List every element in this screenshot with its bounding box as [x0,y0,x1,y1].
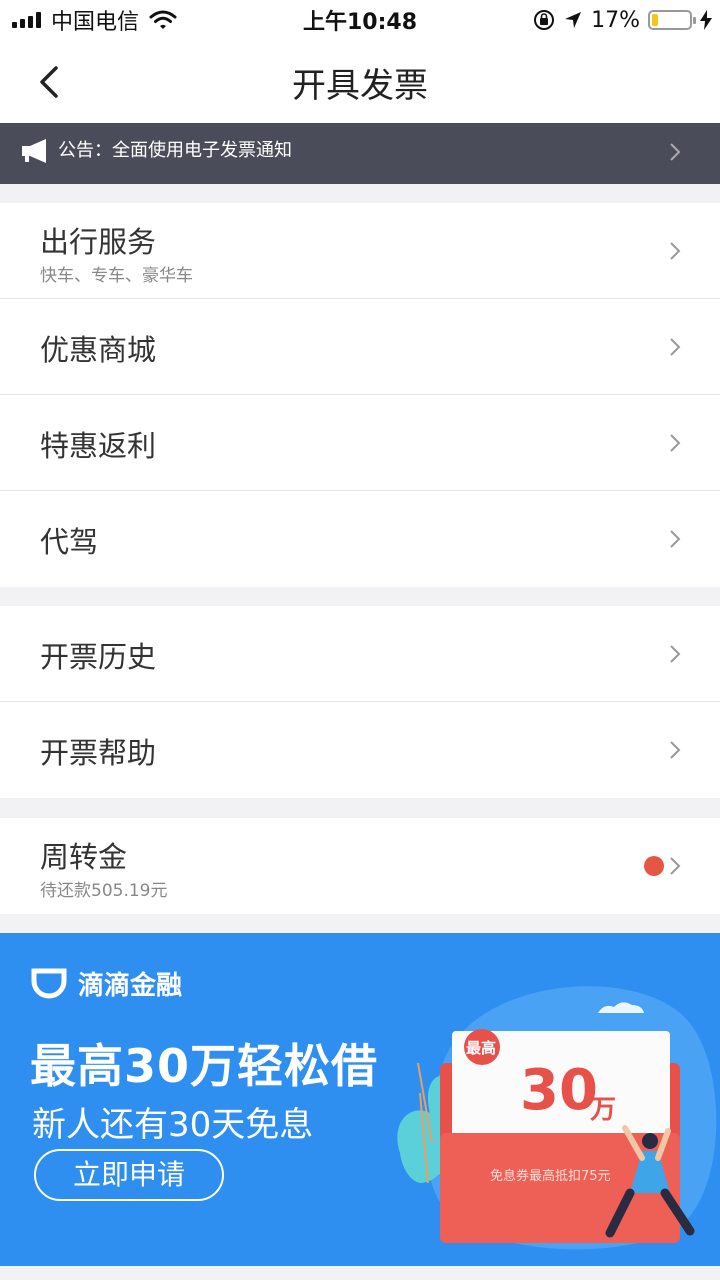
list-item-revolving-fund[interactable]: 周转金 待还款505.19元 [0,818,720,914]
megaphone-icon [22,139,46,163]
notice-text: 公告：全面使用电子发票通知 [58,140,292,161]
ticket-label: 最高 [466,1039,497,1057]
battery-percent: 17% [591,7,640,33]
apply-now-button[interactable]: 立即申请 [34,1149,224,1201]
invoice-tools-list: 开票历史 开票帮助 [0,606,720,798]
ticket-note: 免息券最高抵扣75元 [490,1169,611,1184]
list-item-discount-mall[interactable]: 优惠商城 [0,299,720,395]
brand: 滴滴金融 [30,965,182,1002]
orientation-lock-icon [534,10,555,30]
chevron-right-icon [670,242,681,260]
list-item-cashback[interactable]: 特惠返利 [0,395,720,491]
status-bar: 中国电信 上午10:48 17% [0,0,720,40]
chevron-right-icon [670,338,681,356]
row-title: 特惠返利 [40,429,157,463]
ticket-amount: 30 [520,1058,598,1123]
chevron-right-icon [670,741,681,759]
notice-bar[interactable]: 公告：全面使用电子发票通知 [0,123,720,184]
row-title: 出行服务 [40,225,157,259]
revolving-fund-list: 周转金 待还款505.19元 [0,818,720,914]
row-subtitle: 快车、专车、豪华车 [40,266,193,286]
location-arrow-icon [565,12,582,28]
nav-bar: 开具发票 [0,40,720,123]
list-item-invoice-help[interactable]: 开票帮助 [0,702,720,798]
row-title: 开票帮助 [40,736,157,770]
row-title: 周转金 [40,840,128,874]
list-item-designated-driver[interactable]: 代驾 [0,491,720,587]
banner-subline: 新人还有30天免息 [32,1105,314,1145]
battery-icon [648,10,696,30]
row-title: 开票历史 [40,640,157,674]
chevron-right-icon [670,143,681,161]
brand-name: 滴滴金融 [78,971,183,1001]
ticket-unit: 万 [590,1095,617,1125]
chevron-right-icon [670,645,681,663]
banner-headline: 最高30万轻松借 [30,1039,379,1093]
row-title: 优惠商城 [40,333,157,367]
promo-banner[interactable]: 滴滴金融 最高30万轻松借 新人还有30天免息 立即申请 最高 30 万 免息券… [0,933,720,1266]
battery-level [652,14,658,26]
row-title: 代驾 [40,525,99,559]
list-item-ride-service[interactable]: 出行服务 快车、专车、豪华车 [0,203,720,299]
page-title: 开具发票 [292,66,428,106]
charging-bolt-icon [700,10,712,30]
chevron-right-icon [670,857,681,875]
didi-logo-icon [31,968,67,998]
invoice-category-list: 出行服务 快车、专车、豪华车 优惠商城 特惠返利 代驾 [0,203,720,587]
chevron-right-icon [670,530,681,548]
list-item-invoice-history[interactable]: 开票历史 [0,606,720,702]
chevron-right-icon [670,434,681,452]
red-dot-badge [644,856,664,876]
row-subtitle: 待还款505.19元 [40,881,168,901]
